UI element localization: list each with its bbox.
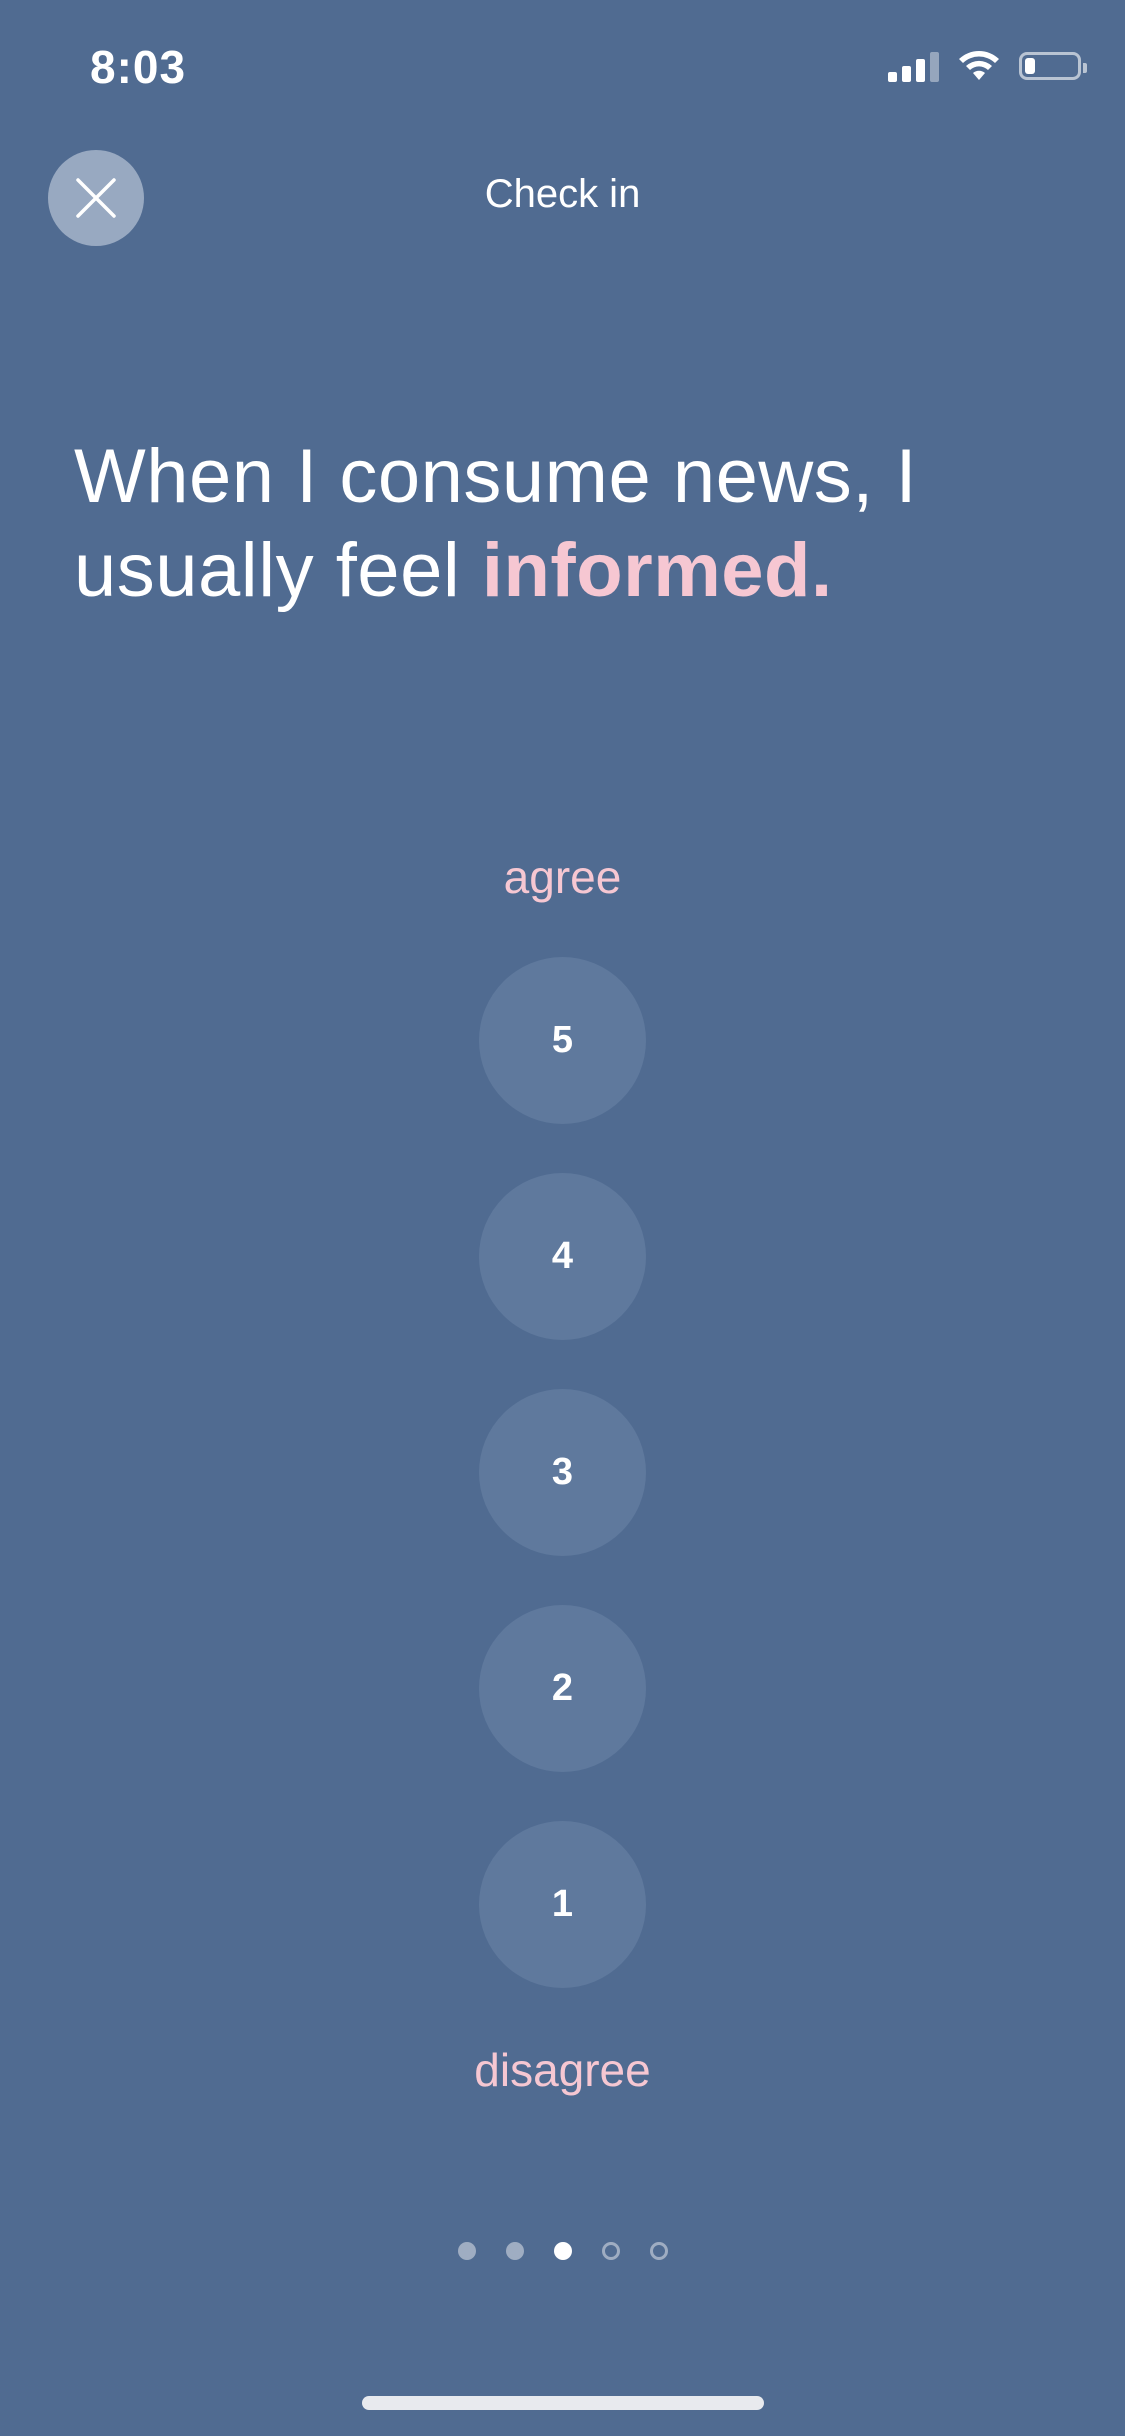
- page-dot-3: [553, 2242, 572, 2260]
- scale-option-2[interactable]: 2: [479, 1605, 646, 1772]
- scale-label-disagree: disagree: [474, 2044, 651, 2096]
- status-icons: [888, 50, 1087, 82]
- wifi-icon: [959, 51, 999, 80]
- page-dot-2: [505, 2242, 524, 2260]
- page-dot-4: [601, 2242, 620, 2260]
- scale-option-5[interactable]: 5: [479, 957, 646, 1124]
- battery-level: [1025, 58, 1035, 74]
- battery-icon: [1019, 52, 1087, 80]
- question-emphasis: informed.: [481, 528, 833, 613]
- page-title: Check in: [484, 172, 641, 216]
- scale-label-agree: agree: [503, 851, 622, 903]
- scale-option-3[interactable]: 3: [479, 1389, 646, 1556]
- scale-option-4[interactable]: 4: [479, 1173, 646, 1340]
- status-time: 8:03: [90, 41, 187, 93]
- home-indicator: [362, 2396, 764, 2410]
- scale-option-1[interactable]: 1: [479, 1821, 646, 1988]
- question-text: When I consume news, I usually feel info…: [74, 430, 1065, 618]
- page-dot-1: [457, 2242, 476, 2260]
- page-dot-5: [649, 2242, 668, 2260]
- page-indicator: [0, 2242, 1125, 2260]
- cellular-signal-icon: [888, 50, 939, 82]
